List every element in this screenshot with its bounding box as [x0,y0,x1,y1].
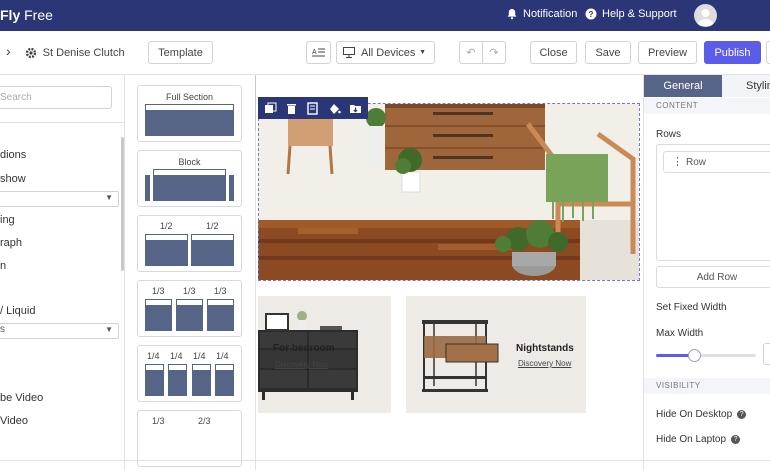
notification-label: Notification [523,8,578,20]
elements-sidebar: Search dions show ▼ ing raph n / Liquid … [0,75,125,470]
text-align-icon: A [312,48,325,57]
device-select[interactable]: All Devices ▼ [336,41,435,64]
sidebar-select[interactable]: ▼ [0,191,119,207]
hide-on-laptop-label: Hide On Laptop? [656,434,741,445]
sidebar-item[interactable]: dions [0,149,26,161]
help-circle-icon: ? [585,8,597,20]
slider-handle[interactable] [688,349,701,362]
help-icon[interactable]: ? [731,435,741,444]
caret-down-icon: ▼ [419,49,426,56]
user-avatar[interactable] [694,4,717,27]
more-button[interactable] [766,41,770,64]
top-bar: Fly Free Notification ? Help & Support [0,0,770,31]
add-row-button[interactable]: Add Row [656,266,770,288]
preview-button[interactable]: Preview [638,41,697,64]
help-support-label: Help & Support [602,8,677,20]
page-name[interactable]: St Denise Clutch [43,47,125,59]
svg-text:A: A [312,49,317,56]
row-item[interactable]: ⋮ Row [663,151,770,173]
layout-label: Block [178,157,201,167]
rows-list: ⋮ Row [656,144,770,261]
user-icon [697,9,714,26]
tab-general[interactable]: General [644,75,722,97]
card-title: Nightstands [516,343,574,354]
section-header-content: CONTENT [644,98,770,114]
section-header-visibility: VISIBILITY [644,378,770,394]
sidebar-item[interactable]: ing [0,214,15,226]
paint-bucket-icon[interactable] [328,102,341,115]
sidebar-item[interactable]: Video [0,415,28,427]
monitor-icon [343,47,355,58]
drag-handle-icon[interactable]: ⋮ [672,155,683,168]
sidebar-select[interactable]: s ▼ [0,323,119,339]
save-button[interactable]: Save [585,41,631,64]
layout-two-columns[interactable]: 1/2 1/2 [137,215,242,272]
duplicate-icon[interactable] [306,101,319,115]
bottom-divider [0,460,770,461]
card-title: For bedroom [273,343,335,354]
editor-toolbar: › St Denise Clutch Template A All Device… [0,31,770,75]
sidebar-item[interactable]: show [0,173,26,185]
redo-icon: ↷ [489,47,499,59]
section-toolbar [258,97,368,119]
selected-section-outline [258,103,640,281]
help-support-button[interactable]: ? Help & Support [585,8,677,20]
tab-styling[interactable]: Styling [722,75,770,97]
chevron-right-icon[interactable]: › [6,43,11,59]
layout-full-section[interactable]: Full Section [137,85,242,142]
discovery-now-link[interactable]: Discovery Now [518,359,571,368]
device-select-label: All Devices [361,46,416,59]
dresser-image [258,311,358,400]
max-width-label: Max Width [656,328,704,339]
layout-label: Full Section [165,92,214,102]
element-search-input[interactable]: Search [0,86,112,109]
layouts-panel: Full Section Block 1/2 1/2 1/3 1/3 1/3 1… [125,75,256,470]
caret-down-icon: ▼ [105,193,113,202]
template-button[interactable]: Template [148,41,213,64]
bell-icon [507,9,517,20]
layout-one-third-two-thirds[interactable]: 1/3 2/3 [137,410,242,467]
sidebar-divider [0,122,125,123]
redo-button[interactable]: ↷ [482,41,506,64]
fixed-width-label: Set Fixed Width [656,302,727,313]
undo-icon: ↶ [466,47,476,59]
sidebar-item[interactable]: raph [0,237,22,249]
sidebar-item[interactable]: n [0,260,6,272]
svg-text:?: ? [589,10,594,19]
help-icon[interactable]: ? [737,410,747,419]
caret-down-icon: ▼ [105,325,113,334]
brand-logo: Fly Free [0,7,53,23]
hide-on-desktop-label: Hide On Desktop? [656,409,747,420]
rows-label: Rows [656,129,682,140]
copy-icon[interactable] [264,102,277,115]
product-card-nightstands[interactable]: Nightstands Discovery Now [406,296,586,413]
undo-button[interactable]: ↶ [459,41,483,64]
sidebar-item[interactable]: be Video [0,392,43,404]
trash-icon[interactable] [285,102,298,115]
max-width-input[interactable] [763,343,770,365]
layout-four-columns[interactable]: 1/4 1/4 1/4 1/4 [137,345,242,402]
max-width-slider[interactable] [656,349,756,362]
discovery-now-link[interactable]: Discovery Now [275,360,328,369]
settings-panel: General Styling CONTENT Rows ⋮ Row Add R… [643,75,770,470]
nightstand-image [422,320,499,392]
gear-icon [25,47,36,58]
close-button[interactable]: Close [530,41,577,64]
notification-button[interactable]: Notification [506,8,577,20]
product-card-bedroom[interactable]: For bedroom Discovery Now [258,296,391,413]
layout-three-columns[interactable]: 1/3 1/3 1/3 [137,280,242,337]
breadcrumb: › St Denise Clutch [6,43,125,59]
layout-block[interactable]: Block [137,150,242,207]
save-section-icon[interactable] [349,102,362,115]
sidebar-item[interactable]: / Liquid [0,305,35,317]
sidebar-scrollbar[interactable] [121,137,124,271]
publish-button[interactable]: Publish [704,41,761,64]
text-align-button[interactable]: A [306,41,331,64]
